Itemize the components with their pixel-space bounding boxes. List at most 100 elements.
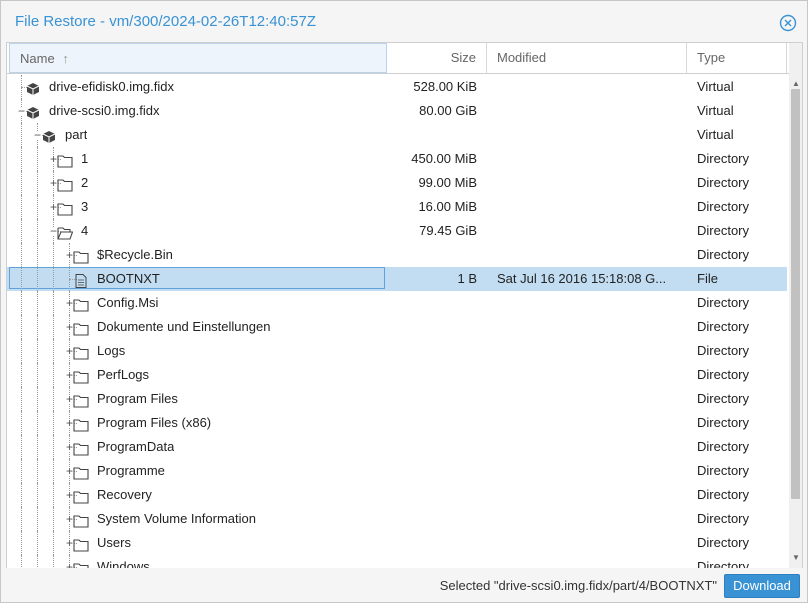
tree-guide-line <box>37 219 38 243</box>
row-name: Program Files (x86) <box>97 415 212 430</box>
row-name: Users <box>97 535 131 550</box>
file-icon <box>73 272 89 288</box>
download-button[interactable]: Download <box>724 574 800 598</box>
file-restore-window: File Restore - vm/300/2024-02-26T12:40:5… <box>0 0 808 603</box>
tree-row[interactable]: drive-efidisk0.img.fidx 528.00 KiB Virtual <box>7 75 787 99</box>
tree-row[interactable]: + Users Directory <box>7 531 787 555</box>
tree-guide-line <box>53 387 54 411</box>
row-modified <box>497 387 677 411</box>
folder-icon <box>73 488 89 504</box>
tree-guide-line <box>21 555 22 568</box>
tree-row[interactable]: +2 99.00 MiB Directory <box>7 171 787 195</box>
tree-row[interactable]: + PerfLogs Directory <box>7 363 787 387</box>
column-header-size[interactable]: Size <box>387 43 487 73</box>
scroll-up-arrow-icon[interactable]: ▲ <box>792 79 800 88</box>
row-name: Logs <box>97 343 126 358</box>
row-name: Programme <box>97 463 165 478</box>
tree-guide-line <box>37 507 38 531</box>
row-size <box>387 483 477 507</box>
tree-row[interactable]: − part Virtual <box>7 123 787 147</box>
tree-guide-line <box>21 315 22 339</box>
tree-row[interactable]: + Program Files (x86) Directory <box>7 411 787 435</box>
cube-icon <box>25 104 41 119</box>
row-name: 2 <box>81 175 89 190</box>
row-size <box>387 555 477 568</box>
vertical-scrollbar[interactable]: ▲ ▼ <box>789 43 802 568</box>
tree-guide-line <box>37 555 38 568</box>
column-header-name[interactable]: Name ↑ <box>9 43 387 73</box>
row-name: BOOTNXT <box>97 271 160 286</box>
folder-icon <box>73 440 89 456</box>
tree-guide-line <box>37 243 38 267</box>
row-name: System Volume Information <box>97 511 256 526</box>
tree-guide-line <box>21 435 22 459</box>
tree-guide-line <box>37 363 38 387</box>
tree-row[interactable]: + Config.Msi Directory <box>7 291 787 315</box>
tree-row[interactable]: + $Recycle.Bin Directory <box>7 243 787 267</box>
tree-row[interactable]: + Windows Directory <box>7 555 787 568</box>
tree-row[interactable]: + ProgramData Directory <box>7 435 787 459</box>
row-type: Directory <box>697 319 750 334</box>
scrollbar-thumb[interactable] <box>791 89 800 499</box>
tree-guide-line <box>21 531 22 555</box>
row-type: Directory <box>697 439 750 454</box>
tree-guide-line <box>37 531 38 555</box>
tree-row[interactable]: +1 450.00 MiB Directory <box>7 147 787 171</box>
folder-icon <box>73 320 89 336</box>
row-name: ProgramData <box>97 439 175 454</box>
row-type: Directory <box>697 415 750 430</box>
close-icon[interactable] <box>779 14 797 32</box>
tree-guide-line <box>69 267 70 291</box>
tree-guide-line <box>53 507 54 531</box>
row-size: 450.00 MiB <box>411 151 477 166</box>
tree-row[interactable]: + Program Files Directory <box>7 387 787 411</box>
tree-row[interactable]: + Dokumente und Einstellungen Directory <box>7 315 787 339</box>
cube-icon <box>41 128 57 143</box>
tree-guide-line <box>53 411 54 435</box>
row-type: Directory <box>697 151 750 166</box>
row-modified <box>497 483 677 507</box>
column-header-type[interactable]: Type <box>687 43 787 73</box>
row-modified <box>497 531 677 555</box>
column-header-name-label: Name <box>20 51 55 66</box>
tree-row[interactable]: −4 79.45 GiB Directory <box>7 219 787 243</box>
tree-guide-line <box>21 195 22 219</box>
tree-row[interactable]: +3 16.00 MiB Directory <box>7 195 787 219</box>
tree-guide-line <box>37 195 38 219</box>
tree-guide-line <box>53 339 54 363</box>
row-name: $Recycle.Bin <box>97 247 173 262</box>
row-size: 99.00 MiB <box>418 175 477 190</box>
scroll-down-arrow-icon[interactable]: ▼ <box>792 553 800 562</box>
row-size: 79.45 GiB <box>419 223 477 238</box>
row-size <box>387 123 477 147</box>
tree-row[interactable]: − drive-scsi0.img.fidx 80.00 GiB Virtual <box>7 99 787 123</box>
row-type: Directory <box>697 391 750 406</box>
tree-guide-line <box>53 531 54 555</box>
row-name: 3 <box>81 199 89 214</box>
row-size <box>387 459 477 483</box>
row-size <box>387 435 477 459</box>
row-type: Directory <box>697 535 750 550</box>
row-type: Directory <box>697 247 750 262</box>
tree-row[interactable]: + System Volume Information Directory <box>7 507 787 531</box>
folder-icon <box>73 512 89 528</box>
tree-row[interactable]: + Logs Directory <box>7 339 787 363</box>
row-name: part <box>65 127 88 142</box>
tree-guide-line <box>21 411 22 435</box>
tree-guide-line <box>37 411 38 435</box>
folder-icon <box>73 560 89 568</box>
row-name: 1 <box>81 151 89 166</box>
column-header-modified[interactable]: Modified <box>487 43 687 73</box>
folder-icon <box>73 464 89 480</box>
row-modified <box>497 195 677 219</box>
tree-row[interactable]: + Programme Directory <box>7 459 787 483</box>
row-modified <box>497 171 677 195</box>
tree-row[interactable]: + Recovery Directory <box>7 483 787 507</box>
tree-guide-line <box>37 147 38 171</box>
selection-status: Selected "drive-scsi0.img.fidx/part/4/BO… <box>439 578 717 593</box>
row-size <box>387 363 477 387</box>
tree-guide-line <box>53 459 54 483</box>
row-type: Directory <box>697 343 750 358</box>
tree-row[interactable]: BOOTNXT 1 B Sat Jul 16 2016 15:18:08 G... F… <box>7 267 787 291</box>
titlebar: File Restore - vm/300/2024-02-26T12:40:5… <box>1 1 807 42</box>
